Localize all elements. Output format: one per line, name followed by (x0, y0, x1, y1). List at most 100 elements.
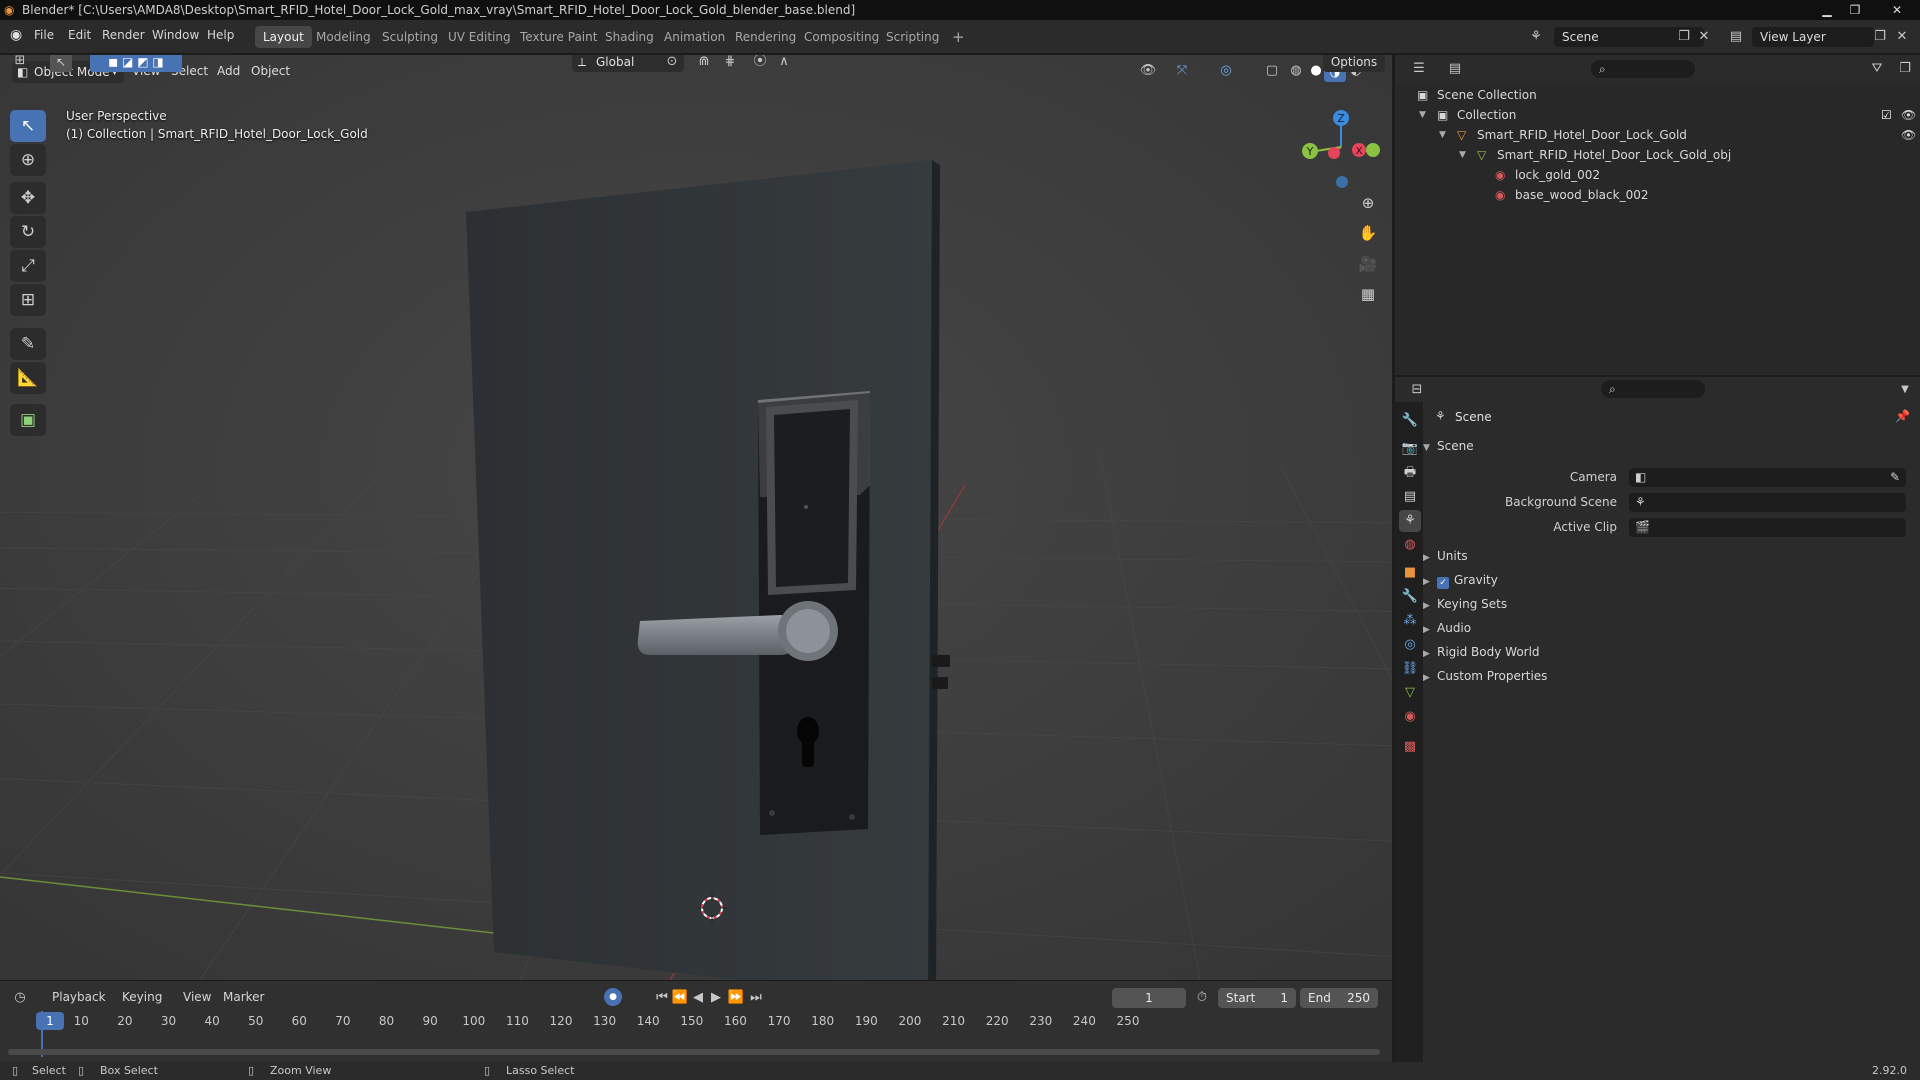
background-scene-field[interactable]: ⚘ (1629, 493, 1906, 512)
viewport-menu-add[interactable]: Add (217, 64, 240, 78)
visibility-icon[interactable]: 👁 (1136, 61, 1160, 81)
audio-panel-header[interactable]: ▶ Audio (1423, 621, 1471, 635)
gravity-checkbox[interactable]: ✓ (1437, 577, 1449, 589)
gizmo-toggle-icon[interactable]: ⤧ (1170, 61, 1194, 81)
eye-icon[interactable]: 👁 (1901, 105, 1916, 125)
outliner-editor-type-icon[interactable]: ☰ (1407, 59, 1431, 79)
world-tab-icon[interactable]: ◍ (1399, 534, 1421, 556)
scene-tab-icon[interactable]: ⚘ (1399, 510, 1421, 532)
menu-file[interactable]: File (34, 28, 54, 42)
tree-row-material[interactable]: ◉ base_wood_black_002 (1395, 185, 1920, 205)
expand-triangle-icon[interactable]: ▼ (1439, 125, 1446, 145)
add-cube-tool[interactable]: ▣ (10, 404, 46, 436)
pivot-point-icon[interactable]: ⊙ (660, 55, 684, 72)
xray-toggle-icon[interactable]: ▢ (1260, 61, 1284, 81)
scale-tool[interactable]: ⤢ (10, 250, 46, 282)
menu-render[interactable]: Render (102, 28, 145, 42)
constraints-tab-icon[interactable]: ⛓ (1399, 658, 1421, 680)
tab-scripting[interactable]: Scripting (878, 26, 947, 48)
transform-tool[interactable]: ⊞ (10, 284, 46, 316)
tab-layout[interactable]: Layout (255, 26, 312, 48)
falloff-icon[interactable]: ∧ (772, 55, 796, 72)
display-mode-icon[interactable]: ▤ (1443, 59, 1467, 79)
filter-icon[interactable]: ⛛ (1865, 59, 1889, 79)
annotate-tool[interactable]: ✎ (10, 328, 46, 360)
3d-viewport[interactable]: Z X Y ⊞ ◧ Object Mode ▼ View Select Add … (0, 55, 1392, 980)
properties-search-input[interactable]: ⌕ (1601, 380, 1705, 398)
cursor-tool[interactable]: ⊕ (10, 144, 46, 176)
rigid-body-world-panel-header[interactable]: ▶ Rigid Body World (1423, 645, 1540, 659)
pin-icon[interactable]: 📌 (1895, 409, 1910, 423)
menu-window[interactable]: Window (152, 28, 199, 42)
properties-editor-type-icon[interactable]: ⊟ (1405, 380, 1429, 400)
options-dropdown[interactable]: Options (1323, 55, 1385, 72)
move-tool[interactable]: ✥ (10, 182, 46, 214)
overlay-toggle-icon[interactable]: ◎ (1214, 61, 1238, 81)
expand-triangle-icon[interactable]: ▼ (1459, 145, 1466, 165)
custom-properties-panel-header[interactable]: ▶ Custom Properties (1423, 669, 1547, 683)
modifier-tab-icon[interactable]: 🔧 (1399, 586, 1421, 608)
tab-uv-editing[interactable]: UV Editing (440, 26, 519, 48)
material-tab-icon[interactable]: ◉ (1399, 706, 1421, 728)
viewport-menu-object[interactable]: Object (251, 64, 290, 78)
tree-row-object[interactable]: ▼ ▽ Smart_RFID_Hotel_Door_Lock_Gold 👁 (1395, 125, 1920, 145)
selection-mode-buttons[interactable]: ◼ ◪ ◩ ◨ (90, 55, 182, 72)
view-layer-field[interactable]: View Layer (1752, 27, 1874, 47)
proportional-edit-icon[interactable]: ⦿ (748, 55, 772, 72)
scene-browse-icon[interactable]: ⚘ (1524, 27, 1548, 47)
data-tab-icon[interactable]: ▽ (1399, 682, 1421, 704)
texture-tab-icon[interactable]: ▩ (1399, 736, 1421, 758)
snap-target-icon[interactable]: ⋕ (718, 55, 742, 72)
door-handle[interactable] (637, 615, 799, 655)
expand-triangle-icon[interactable]: ▼ (1419, 105, 1426, 125)
new-view-layer-icon[interactable]: ❐ (1868, 27, 1892, 47)
active-clip-field[interactable]: 🎬 (1629, 518, 1906, 537)
timeline-scrollbar[interactable] (8, 1049, 1380, 1055)
editor-type-button[interactable]: ⊞ (8, 55, 32, 71)
timeline-editor[interactable]: ◷ Playback Keying View Marker ● ⏮ ⏪ ◀ ▶ … (0, 980, 1392, 1062)
snap-icon[interactable]: ⋒ (692, 55, 716, 72)
camera-field[interactable]: ◧ ✎ (1629, 468, 1906, 487)
exclude-checkbox-icon[interactable]: ☑ (1881, 105, 1892, 125)
properties-editor[interactable]: ⊟ ⌕ ▼ 🔧 📷 🖶 ▤ ⚘ ◍ ■ 🔧 ⁂ ◎ ⛓ ▽ ◉ ▩ ⚘ Scen… (1395, 377, 1920, 1062)
playhead-frame-indicator[interactable]: 1 (36, 1012, 64, 1030)
tab-animation[interactable]: Animation (656, 26, 733, 48)
physics-tab-icon[interactable]: ◎ (1399, 634, 1421, 656)
blender-menu-icon[interactable]: ◉ (10, 27, 22, 43)
menu-help[interactable]: Help (207, 28, 234, 42)
tab-compositing[interactable]: Compositing (796, 26, 887, 48)
maximize-icon[interactable]: ❐ (1842, 0, 1868, 20)
minimize-icon[interactable]: ▁ (1814, 0, 1840, 20)
tab-sculpting[interactable]: Sculpting (374, 26, 446, 48)
zoom-icon[interactable]: ⊕ (1355, 190, 1381, 216)
tab-shading[interactable]: Shading (597, 26, 662, 48)
units-panel-header[interactable]: ▶ Units (1423, 549, 1468, 563)
tool-tab-icon[interactable]: 🔧 (1399, 410, 1421, 432)
delete-scene-icon[interactable]: ✕ (1692, 27, 1716, 47)
camera-view-icon[interactable]: 🎥 (1355, 251, 1381, 277)
output-tab-icon[interactable]: 🖶 (1399, 462, 1421, 484)
new-collection-icon[interactable]: ❐ (1893, 59, 1917, 79)
view-layer-browse-icon[interactable]: ▤ (1724, 27, 1748, 47)
tab-rendering[interactable]: Rendering (727, 26, 804, 48)
keying-sets-panel-header[interactable]: ▶ Keying Sets (1423, 597, 1507, 611)
select-mode-icon[interactable]: ↖ (50, 55, 72, 72)
close-icon[interactable]: ✕ (1880, 0, 1914, 20)
view-layer-tab-icon[interactable]: ▤ (1399, 486, 1421, 508)
measure-tool[interactable]: 📐 (10, 362, 46, 394)
delete-view-layer-icon[interactable]: ✕ (1890, 27, 1914, 47)
eyedropper-icon[interactable]: ✎ (1890, 468, 1900, 487)
outliner-search-input[interactable]: ⌕ (1591, 60, 1695, 78)
scene-panel-header[interactable]: ▼ Scene (1423, 439, 1474, 453)
tree-row-material[interactable]: ◉ lock_gold_002 (1395, 165, 1920, 185)
eye-icon[interactable]: 👁 (1901, 125, 1916, 145)
object-tab-icon[interactable]: ■ (1399, 562, 1421, 584)
rotate-tool[interactable]: ↻ (10, 216, 46, 248)
render-tab-icon[interactable]: 📷 (1399, 438, 1421, 460)
particles-tab-icon[interactable]: ⁂ (1399, 610, 1421, 632)
tab-texture-paint[interactable]: Texture Paint (512, 26, 605, 48)
tree-row-mesh[interactable]: ▼ ▽ Smart_RFID_Hotel_Door_Lock_Gold_obj (1395, 145, 1920, 165)
menu-edit[interactable]: Edit (68, 28, 91, 42)
select-box-tool[interactable]: ↖ (10, 110, 46, 142)
chevron-down-icon[interactable]: ▼ (1893, 380, 1917, 400)
